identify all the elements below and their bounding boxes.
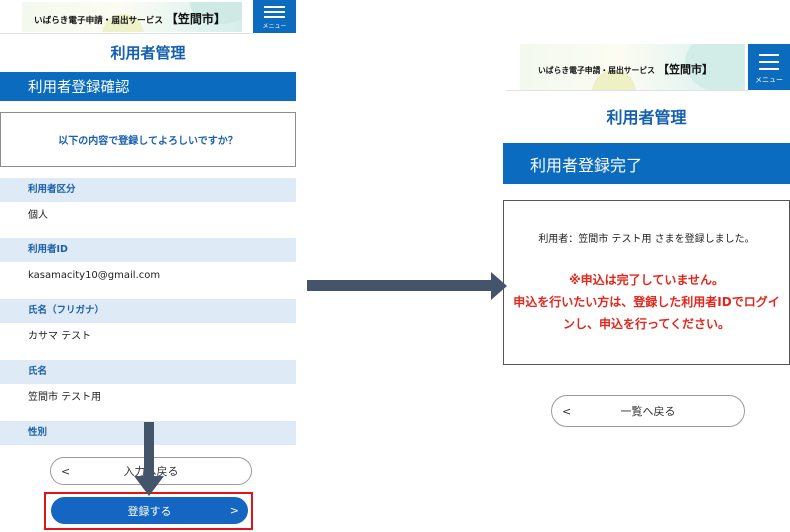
- field-label-band: 氏名（フリガナ）: [0, 299, 296, 323]
- register-button[interactable]: 登録する >: [51, 497, 248, 524]
- back-to-list-button[interactable]: < 一覧へ戻る: [551, 395, 745, 427]
- chevron-right-icon: >: [229, 504, 239, 517]
- warning-line: 申込を行いたい方は、登録した利用者IDでログイ: [513, 295, 780, 309]
- header-divider: [506, 90, 748, 91]
- service-logo: いばらき電子申請・届出サービス 【笠間市】: [22, 2, 242, 32]
- page-title: 利用者管理: [110, 44, 186, 62]
- field-label: 氏名: [28, 366, 48, 377]
- menu-label: メニュー: [755, 76, 783, 84]
- menu-button[interactable]: メニュー: [748, 44, 790, 90]
- menu-label: メニュー: [262, 23, 287, 30]
- page-title: 利用者管理: [606, 108, 687, 127]
- field-value: kasamacity10@gmail.com: [28, 270, 161, 281]
- field-value: 笠間市 テスト用: [28, 392, 102, 403]
- confirm-message-box: 以下の内容で登録してよろしいですか？: [0, 112, 296, 167]
- arrow-down-icon: [134, 422, 164, 496]
- logo-city-name: 【笠間市】: [657, 63, 713, 76]
- field-label: 性別: [28, 427, 48, 438]
- field-value: カサマ テスト: [28, 331, 92, 342]
- section-title: 利用者登録確認: [0, 72, 296, 101]
- back-button-label: 一覧へ戻る: [620, 405, 676, 418]
- chevron-left-icon: <: [562, 404, 572, 418]
- field-label: 利用者ID: [28, 244, 68, 255]
- service-logo: いばらき電子申請・届出サービス 【笠間市】: [520, 44, 745, 90]
- logo-text: いばらき電子申請・届出サービス 【笠間市】: [34, 10, 226, 27]
- field-label: 利用者区分: [28, 184, 76, 195]
- field-label-band: 利用者区分: [0, 178, 296, 202]
- warning-line: ンし、申込を行ってください。: [562, 317, 731, 331]
- section-title: 利用者登録完了: [503, 143, 790, 184]
- menu-button[interactable]: メニュー: [253, 0, 296, 33]
- logo-text: いばらき電子申請・届出サービス 【笠間市】: [538, 61, 713, 77]
- logo-city-name: 【笠間市】: [165, 12, 226, 26]
- field-row: 利用者区分 個人: [0, 178, 296, 230]
- arrow-right-icon: [307, 272, 507, 300]
- header-divider: [0, 33, 253, 34]
- chevron-left-icon: <: [61, 464, 71, 478]
- warning-line: ※申込は完了していません。: [569, 273, 724, 287]
- field-row: 氏名（フリガナ） カサマ テスト: [0, 299, 296, 351]
- logo-service-name: いばらき電子申請・届出サービス: [538, 66, 655, 75]
- register-button-label: 登録する: [127, 504, 172, 518]
- warning-message: ※申込は完了していません。 申込を行いたい方は、登録した利用者IDでログイ ンし…: [504, 269, 789, 335]
- field-value: 個人: [28, 210, 48, 221]
- logo-service-name: いばらき電子申請・届出サービス: [34, 16, 163, 26]
- completion-message: 利用者：笠間市 テスト用 さまを登録しました。: [538, 234, 755, 245]
- field-label-band: 氏名: [0, 360, 296, 384]
- field-row: 利用者ID kasamacity10@gmail.com: [0, 238, 296, 290]
- confirm-message: 以下の内容で登録してよろしいですか？: [58, 136, 238, 147]
- completion-message-box: 利用者：笠間市 テスト用 さまを登録しました。 ※申込は完了していません。 申込…: [503, 200, 790, 365]
- field-row: 氏名 笠間市 テスト用: [0, 360, 296, 412]
- field-label: 氏名（フリガナ）: [28, 305, 105, 316]
- field-label-band: 利用者ID: [0, 238, 296, 262]
